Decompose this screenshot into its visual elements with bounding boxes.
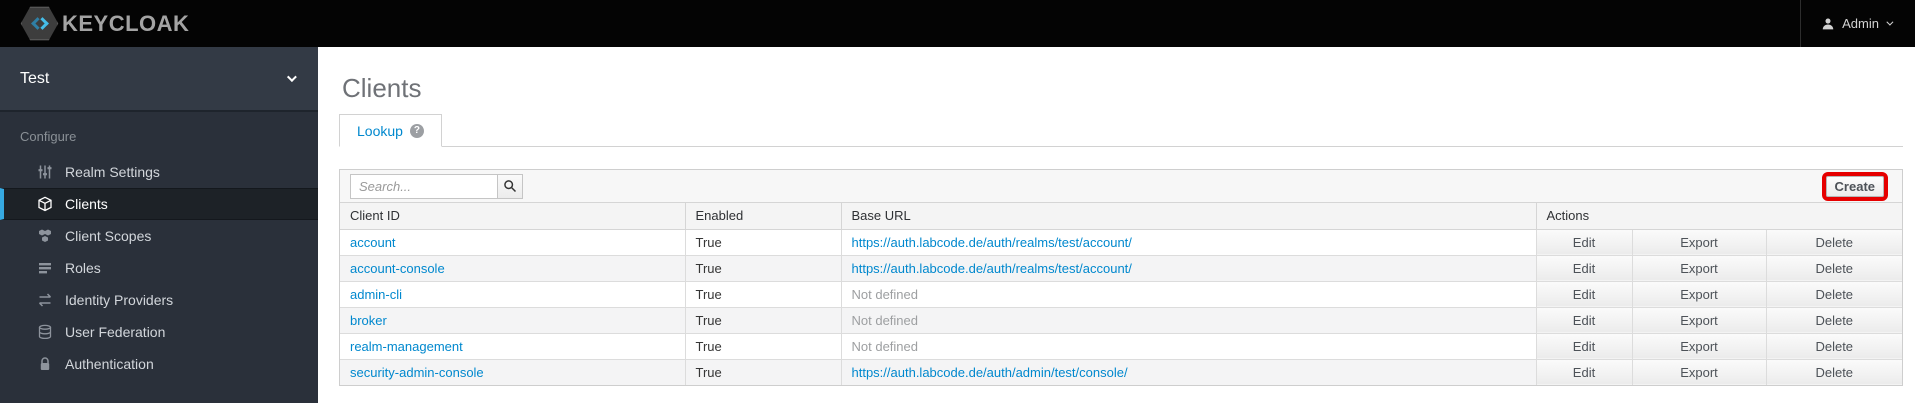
export-button[interactable]: Export [1631, 306, 1766, 333]
edit-button[interactable]: Edit [1535, 254, 1632, 281]
chevron-down-icon [286, 72, 297, 83]
search-group [350, 173, 523, 199]
export-button[interactable]: Export [1631, 280, 1766, 307]
base-url-link[interactable]: https://auth.labcode.de/auth/realms/test… [852, 261, 1132, 276]
top-bar: KEYCLOAK Admin [0, 0, 1915, 47]
sidebar-item-label: User Federation [65, 324, 166, 340]
create-button[interactable]: Create [1821, 171, 1889, 201]
table-row: account-console True https://auth.labcod… [340, 254, 1902, 281]
tab-lookup[interactable]: Lookup ? [339, 114, 442, 147]
sidebar-section-label: Configure [20, 129, 77, 144]
main-content: Clients Lookup ? Create [318, 47, 1915, 403]
sidebar-item-clients[interactable]: Clients [0, 188, 318, 220]
sidebar-item-identity-providers[interactable]: Identity Providers [0, 284, 318, 316]
base-url-link[interactable]: https://auth.labcode.de/auth/realms/test… [852, 235, 1132, 250]
magnifier-icon [504, 180, 517, 193]
realm-selector[interactable]: Test [0, 47, 318, 112]
delete-button[interactable]: Delete [1765, 306, 1902, 333]
user-icon [1822, 17, 1834, 29]
enabled-value: True [684, 332, 841, 359]
enabled-value: True [684, 228, 841, 255]
sidebar-item-user-federation[interactable]: User Federation [0, 316, 318, 348]
sidebar-item-label: Clients [65, 196, 108, 212]
enabled-value: True [684, 306, 841, 333]
brand-title: KEYCLOAK [62, 10, 190, 36]
client-id-link[interactable]: broker [350, 313, 387, 328]
sliders-icon [36, 164, 53, 180]
sidebar-item-label: Client Scopes [65, 228, 152, 244]
clients-table-panel: Create Client ID Enabled Base URL Action… [339, 169, 1903, 386]
list-icon [36, 260, 53, 276]
edit-button[interactable]: Edit [1535, 358, 1632, 385]
sidebar-item-label: Realm Settings [65, 164, 160, 180]
user-menu[interactable]: Admin [1800, 0, 1915, 47]
client-id-link[interactable]: account [350, 235, 396, 250]
export-button[interactable]: Export [1631, 332, 1766, 359]
search-button[interactable] [497, 173, 523, 199]
base-url-not-defined: Not defined [851, 312, 919, 328]
question-circle-icon[interactable]: ? [409, 123, 424, 138]
sidebar-item-label: Authentication [65, 356, 154, 372]
realm-name: Test [20, 69, 50, 87]
client-id-link[interactable]: security-admin-console [350, 365, 484, 380]
base-url-not-defined: Not defined [851, 338, 919, 354]
sidebar-item-label: Identity Providers [65, 292, 174, 308]
table-row: broker True Not defined Edit Export Dele… [340, 306, 1902, 333]
tab-strip: Lookup ? [339, 114, 1903, 147]
base-url-link[interactable]: https://auth.labcode.de/auth/admin/test/… [852, 365, 1128, 380]
tab-lookup-label: Lookup [357, 122, 403, 139]
column-header-actions: Actions [1535, 203, 1902, 230]
column-header-client-id: Client ID [340, 203, 685, 230]
edit-button[interactable]: Edit [1535, 306, 1632, 333]
user-menu-label: Admin [1842, 16, 1879, 31]
table-row: security-admin-console True https://auth… [340, 358, 1902, 385]
client-id-link[interactable]: admin-cli [350, 287, 402, 302]
edit-button[interactable]: Edit [1535, 228, 1632, 255]
sidebar: Test Configure Realm Settings Clients Cl… [0, 47, 318, 403]
export-button[interactable]: Export [1631, 358, 1766, 385]
edit-button[interactable]: Edit [1535, 332, 1632, 359]
sidebar-item-label: Roles [65, 260, 101, 276]
column-header-enabled: Enabled [684, 203, 841, 230]
database-icon [36, 324, 53, 340]
sidebar-item-authentication[interactable]: Authentication [0, 348, 318, 380]
enabled-value: True [684, 254, 841, 281]
sidebar-nav: Realm Settings Clients Client Scopes Rol… [0, 156, 318, 380]
delete-button[interactable]: Delete [1765, 332, 1902, 359]
column-header-base-url: Base URL [840, 203, 1536, 230]
sidebar-item-realm-settings[interactable]: Realm Settings [0, 156, 318, 188]
chevron-down-icon [1886, 18, 1894, 26]
table-toolbar: Create [340, 170, 1902, 203]
cubes-icon [36, 228, 53, 244]
enabled-value: True [684, 358, 841, 385]
sidebar-item-client-scopes[interactable]: Client Scopes [0, 220, 318, 252]
base-url-not-defined: Not defined [851, 286, 919, 302]
exchange-arrows-icon [36, 292, 53, 308]
client-id-link[interactable]: account-console [350, 261, 445, 276]
delete-button[interactable]: Delete [1765, 228, 1902, 255]
keycloak-hexagon-icon [20, 6, 59, 41]
table-header-row: Client ID Enabled Base URL Actions [340, 203, 1902, 230]
keycloak-logo: KEYCLOAK [20, 6, 189, 41]
sidebar-item-roles[interactable]: Roles [0, 252, 318, 284]
lock-icon [36, 356, 53, 372]
clients-table: Client ID Enabled Base URL Actions accou… [340, 203, 1902, 385]
cube-icon [36, 196, 53, 212]
page-title: Clients [342, 73, 422, 103]
delete-button[interactable]: Delete [1765, 280, 1902, 307]
enabled-value: True [684, 280, 841, 307]
table-row: realm-management True Not defined Edit E… [340, 332, 1902, 359]
export-button[interactable]: Export [1631, 228, 1766, 255]
table-row: admin-cli True Not defined Edit Export D… [340, 280, 1902, 307]
client-id-link[interactable]: realm-management [350, 339, 463, 354]
export-button[interactable]: Export [1631, 254, 1766, 281]
delete-button[interactable]: Delete [1765, 358, 1902, 385]
table-row: account True https://auth.labcode.de/aut… [340, 228, 1902, 255]
search-input[interactable] [350, 173, 498, 199]
delete-button[interactable]: Delete [1765, 254, 1902, 281]
edit-button[interactable]: Edit [1535, 280, 1632, 307]
